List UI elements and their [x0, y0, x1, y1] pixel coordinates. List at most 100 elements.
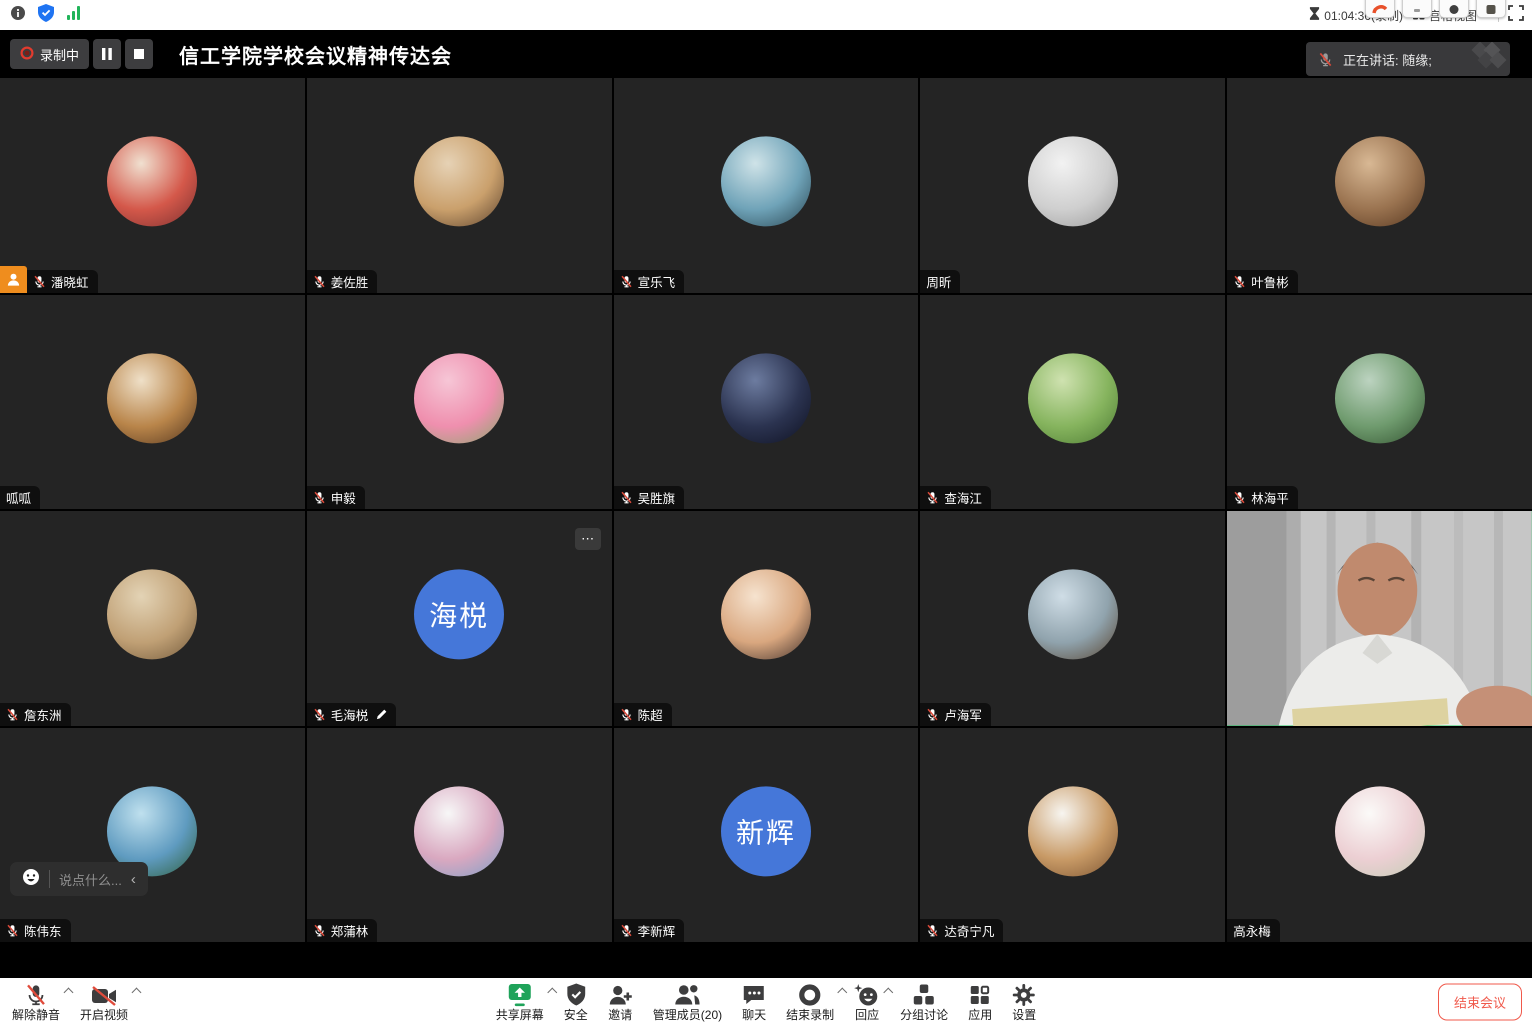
participant-nametag: 卢海军: [920, 703, 991, 726]
participant-name: 查海江: [944, 488, 982, 507]
participant-tile-19[interactable]: 达奇宁凡: [920, 728, 1225, 943]
participant-name: 达奇宁凡: [944, 921, 994, 940]
participant-tile-11[interactable]: 詹东洲: [0, 511, 305, 726]
participant-tile-17[interactable]: 郑蒲林: [307, 728, 612, 943]
tile-more-button[interactable]: ⋯: [575, 528, 601, 550]
participant-tile-18[interactable]: 新辉 李新辉: [614, 728, 919, 943]
mic-muted-icon: [313, 491, 326, 504]
toolbar-manage-participants-button[interactable]: 管理成员(20): [643, 978, 732, 1026]
mic-muted-icon: [6, 924, 19, 937]
stop-recording-button[interactable]: [125, 39, 153, 69]
mic-muted-icon: [313, 708, 326, 721]
participant-tile-14[interactable]: 卢海军: [920, 511, 1225, 726]
participant-name: 李新辉: [638, 921, 676, 940]
chat-input-placeholder[interactable]: 说点什么...: [59, 870, 122, 889]
participant-name: 陈伟东: [24, 921, 62, 940]
participant-nametag: 潘晓虹: [27, 270, 98, 293]
square-button[interactable]: [1476, 0, 1506, 18]
participant-avatar: [1028, 137, 1118, 227]
participant-nametag: 陈伟东: [0, 919, 71, 942]
participant-avatar: [721, 137, 811, 227]
participant-tile-16[interactable]: 陈伟东: [0, 728, 305, 943]
participant-nametag: 林海平: [1227, 486, 1298, 509]
meeting-app-window: 01:04:36(录制) 宫格视图 录制中: [0, 0, 1532, 1026]
participant-tile-1[interactable]: 潘晓虹: [0, 78, 305, 293]
participant-name: 高永梅: [1233, 921, 1271, 940]
toolbar-security-button[interactable]: 安全: [554, 978, 598, 1026]
participant-name: 詹东洲: [24, 705, 62, 724]
pause-recording-button[interactable]: [93, 39, 121, 69]
smiley-icon[interactable]: [22, 868, 40, 891]
participant-tile-10[interactable]: 林海平: [1227, 295, 1532, 510]
dot-button[interactable]: [1439, 0, 1469, 18]
mic-muted-icon: [620, 924, 633, 937]
participant-tile-3[interactable]: 宣乐飞: [614, 78, 919, 293]
mic-muted-icon: [1233, 491, 1246, 504]
quick-chat-bubble[interactable]: 说点什么... ‹: [10, 862, 148, 896]
swoosh-logo-button[interactable]: [1365, 0, 1395, 18]
hourglass-icon: [1309, 7, 1320, 23]
participant-tile-13[interactable]: 陈超: [614, 511, 919, 726]
chevron-up-icon[interactable]: [132, 988, 142, 998]
participant-name: 周昕: [926, 272, 951, 291]
toolbar-label: 回应: [855, 1009, 879, 1021]
participant-avatar: [1028, 570, 1118, 660]
signal-bars-icon: [66, 5, 82, 25]
toolbar-center-group: 共享屏幕安全邀请管理成员(20) 聊天结束录制回应分组讨论应用设置: [486, 978, 1046, 1026]
participant-avatar: [1028, 353, 1118, 443]
participant-tile-20[interactable]: 高永梅: [1227, 728, 1532, 943]
participant-nametag: 达奇宁凡: [920, 919, 1003, 942]
participant-nametag: 陈超: [614, 703, 672, 726]
toolbar-start-video-button[interactable]: 开启视频: [70, 978, 138, 1026]
collapse-chat-icon[interactable]: ‹: [131, 872, 136, 887]
participant-tile-2[interactable]: 姜佐胜: [307, 78, 612, 293]
participants-icon: [674, 983, 701, 1007]
participant-tile-7[interactable]: 申毅: [307, 295, 612, 510]
participant-nametag: 高永梅: [1227, 919, 1280, 942]
participant-tile-5[interactable]: 叶鲁彬: [1227, 78, 1532, 293]
mic-muted-icon: [620, 708, 633, 721]
participant-tile-15[interactable]: [1227, 511, 1532, 726]
toolbar-invite-button[interactable]: 邀请: [598, 978, 643, 1026]
shield-check-icon[interactable]: [38, 4, 54, 27]
toolbar-chat-button[interactable]: 聊天: [732, 978, 776, 1026]
mic-muted-icon: [926, 708, 939, 721]
speaking-text: 正在讲话: 随缘;: [1343, 50, 1432, 69]
participant-tile-9[interactable]: 查海江: [920, 295, 1225, 510]
participant-nametag: 郑蒲林: [307, 919, 378, 942]
recording-label: 录制中: [40, 45, 79, 64]
toolbar-settings-button[interactable]: 设置: [1002, 978, 1046, 1026]
toolbar-apps-button[interactable]: 应用: [958, 978, 1002, 1026]
info-icon[interactable]: [10, 5, 26, 26]
toolbar-label: 聊天: [742, 1009, 766, 1021]
toolbar-stop-recording-button[interactable]: 结束录制: [776, 978, 844, 1026]
participant-nametag: 姜佐胜: [307, 270, 378, 293]
edit-name-icon[interactable]: [376, 709, 387, 720]
toolbar-reactions-button[interactable]: 回应: [844, 978, 890, 1026]
participant-name: 潘晓虹: [51, 272, 89, 291]
mic-muted-icon: [620, 491, 633, 504]
toolbar-unmute-button[interactable]: 解除静音: [2, 978, 70, 1026]
toolbar-breakout-rooms-button[interactable]: 分组讨论: [890, 978, 958, 1026]
toolbar-share-screen-button[interactable]: 共享屏幕: [486, 978, 554, 1026]
participant-tile-12[interactable]: 海棁 ⋯ 毛海棁: [307, 511, 612, 726]
toolbar-label: 设置: [1012, 1009, 1036, 1021]
participant-tile-4[interactable]: 周昕: [920, 78, 1225, 293]
participant-name: 宣乐飞: [638, 272, 676, 291]
end-meeting-button[interactable]: 结束会议: [1438, 984, 1522, 1021]
participant-tile-6[interactable]: 呱呱: [0, 295, 305, 510]
blank-button[interactable]: [1402, 0, 1432, 18]
participant-tile-8[interactable]: 吴胜旗: [614, 295, 919, 510]
invite-person-icon: [608, 983, 633, 1007]
chat-icon: [742, 983, 766, 1007]
active-speaker-indicator: 正在讲话: 随缘;: [1306, 42, 1510, 76]
toolbar-label: 邀请: [608, 1009, 632, 1021]
participant-nametag: 周昕: [920, 270, 960, 293]
participant-name: 卢海军: [944, 705, 982, 724]
mic-muted-icon: [313, 275, 326, 288]
participant-nametag: 李新辉: [614, 919, 685, 942]
participant-nametag: 查海江: [920, 486, 991, 509]
system-bar: 01:04:36(录制) 宫格视图: [0, 0, 1532, 30]
mic-muted-icon: [926, 491, 939, 504]
fullscreen-icon[interactable]: [1508, 5, 1524, 26]
